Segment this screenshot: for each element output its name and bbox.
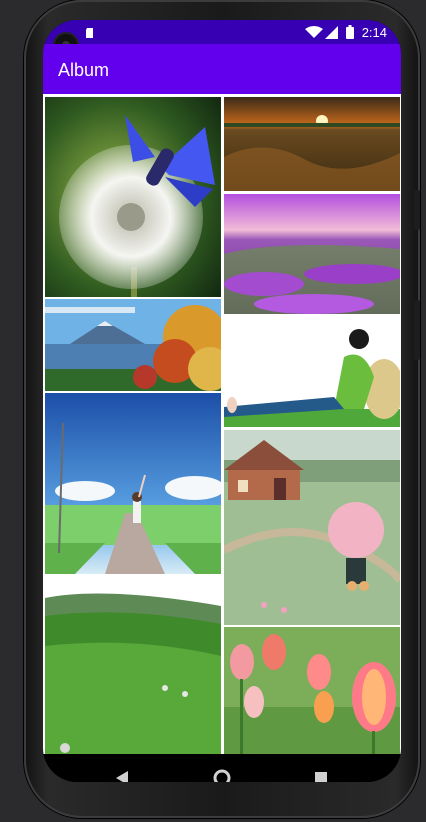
photo-image (45, 299, 221, 391)
photo-girl-raising-hand[interactable] (45, 393, 221, 574)
photo-image (224, 430, 400, 625)
power-button (414, 300, 420, 360)
photo-lavender-field[interactable] (224, 194, 400, 314)
navigation-bar (43, 754, 401, 782)
app-bar: Album (43, 44, 401, 94)
photo-image (224, 194, 400, 314)
photo-girl-sitting[interactable] (224, 317, 400, 427)
status-bar: 2:14 (43, 20, 401, 56)
photo-green-grassland[interactable] (45, 576, 221, 754)
back-icon[interactable] (116, 771, 128, 782)
volume-button (414, 190, 420, 230)
recents-icon[interactable] (315, 772, 327, 782)
wifi-icon (305, 26, 323, 38)
home-icon[interactable] (213, 769, 231, 782)
status-time: 2:14 (361, 25, 387, 40)
app-title: Album (58, 60, 110, 80)
photo-mount-fuji-lake[interactable] (45, 299, 221, 391)
photo-image (224, 627, 400, 754)
photo-sunset-field[interactable] (224, 97, 400, 191)
photo-image (45, 393, 221, 574)
sd-card-icon (86, 28, 93, 38)
signal-icon (325, 26, 338, 39)
album-grid[interactable] (43, 94, 401, 754)
photo-image (224, 317, 400, 427)
photo-image (45, 97, 221, 297)
battery-icon (346, 25, 354, 39)
photo-image (224, 97, 400, 191)
photo-tulips[interactable] (224, 627, 400, 754)
photo-cottage-umbrella[interactable] (224, 430, 400, 625)
screen: 2:14 Album (43, 20, 401, 782)
photo-butterfly-dandelion[interactable] (45, 97, 221, 297)
photo-image (45, 576, 221, 754)
